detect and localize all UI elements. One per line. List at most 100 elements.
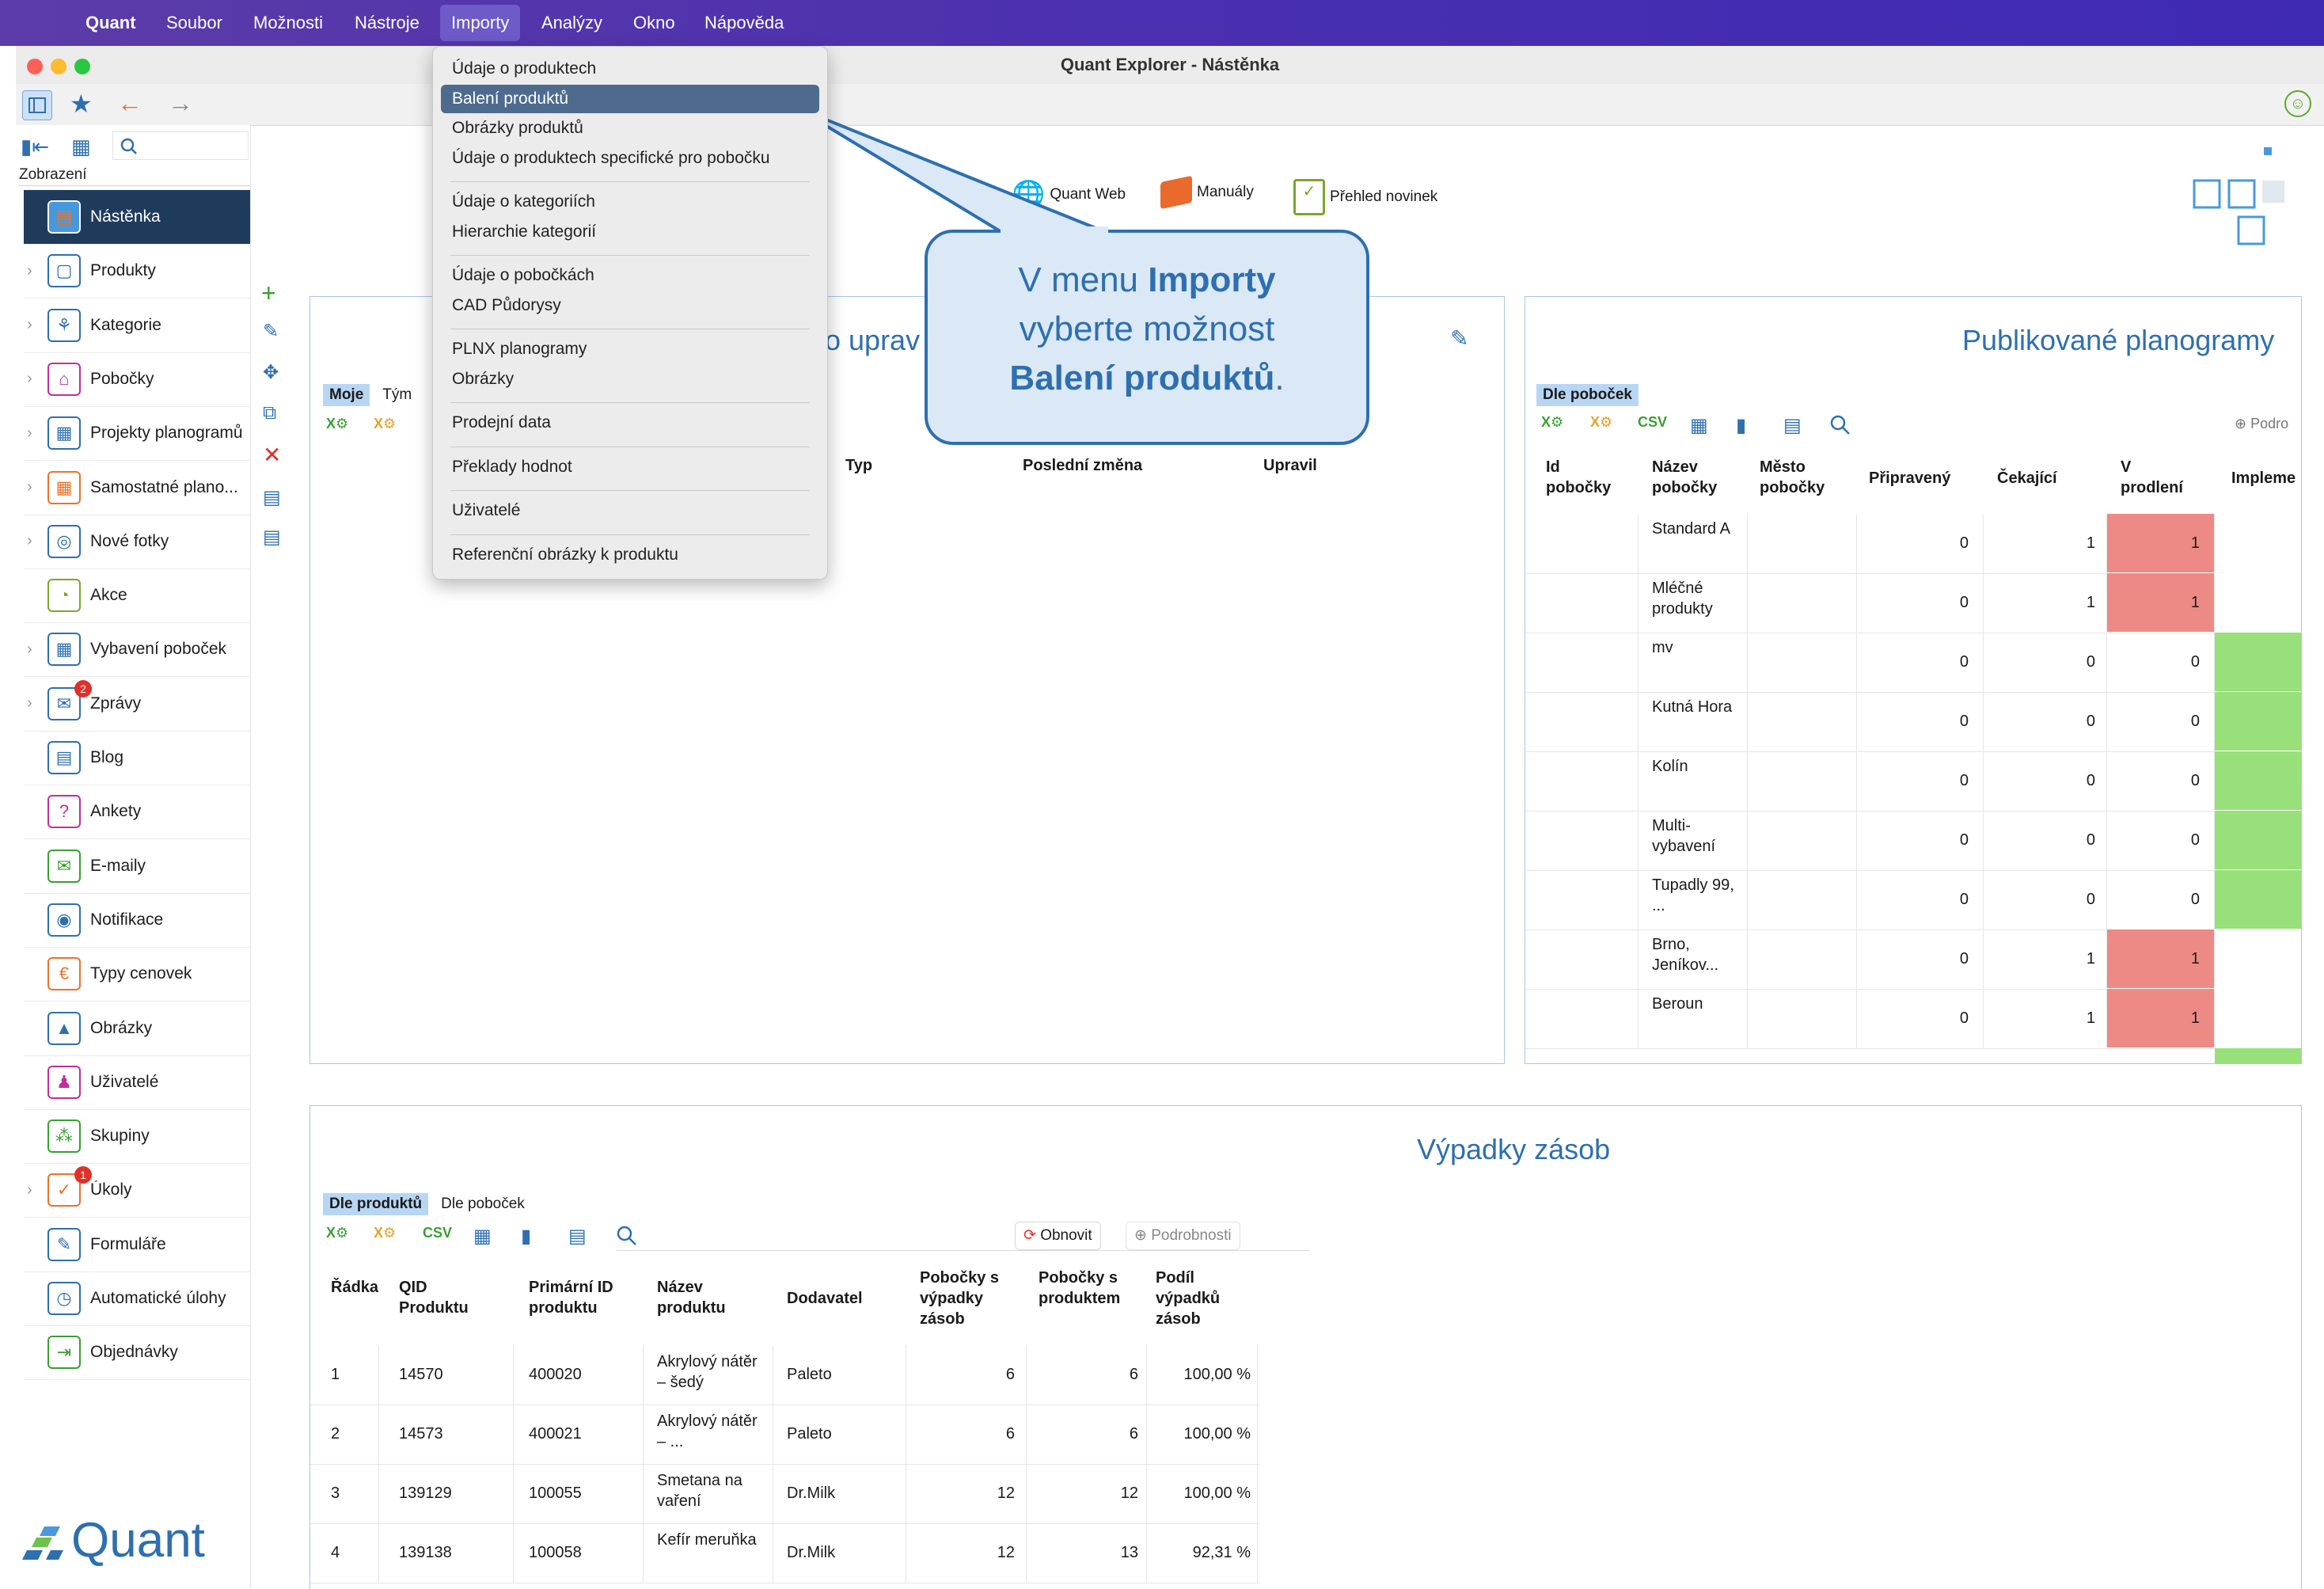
sidebar-item-2[interactable]: › ▢ Produkty [24, 244, 250, 299]
favorites-star-icon[interactable]: ★ [70, 89, 93, 119]
sidebar-item-14[interactable]: ◉ Notifikace [24, 893, 250, 948]
col-typ[interactable]: Typ [845, 455, 872, 476]
sidebar-item-12[interactable]: ? Ankety [24, 785, 250, 840]
col-radka[interactable]: Řádka [331, 1277, 378, 1298]
back-arrow-icon[interactable]: ← [117, 89, 142, 118]
sidebar-item-18[interactable]: ⁂ Skupiny [24, 1109, 250, 1165]
table-row[interactable]: Standard A 0 1 1 [1525, 514, 2301, 574]
table-row[interactable]: Kolín 0 0 0 [1525, 751, 2301, 812]
sidebar-item-9[interactable]: › ▦ Vybavení poboček [24, 622, 250, 678]
col-mesto-pobocky[interactable]: Město pobočky [1760, 457, 1847, 498]
table-row[interactable]: Beroun 0 1 1 [1525, 989, 2301, 1049]
menu-okno[interactable]: Okno [633, 0, 675, 46]
col-id-pobocky[interactable]: Id pobočky [1546, 457, 1617, 498]
menu-item-8[interactable]: CAD Půdorysy [452, 296, 561, 315]
sidebar-item-20[interactable]: ✎ Formuláře [24, 1218, 250, 1272]
expand-chevron-icon[interactable]: › [27, 262, 32, 280]
table-row[interactable]: Kutná Hora 0 0 0 [1525, 692, 2301, 752]
sidebar-toggle-icon[interactable] [22, 90, 52, 120]
table-row[interactable]: 3 139129 100055 Smetana na vaření Dr.Milk 12 1… [310, 1464, 1260, 1524]
chart-icon[interactable]: ▮ [1736, 414, 1746, 437]
table-row[interactable]: 1 14570 400020 Akrylový nátěr – šedý Paleto 6… [310, 1345, 1260, 1405]
menu-item-11[interactable]: Prodejní data [452, 413, 551, 432]
sidebar-search-input[interactable] [112, 131, 249, 160]
col-qid[interactable]: QID Produktu [399, 1277, 486, 1318]
export-csv-icon[interactable]: CSV [423, 1225, 452, 1241]
menu-item-4[interactable]: Údaje o produktech specifické pro pobočk… [452, 149, 770, 168]
sidebar-item-3[interactable]: › ⚘ Kategorie [24, 298, 250, 353]
sidebar-item-13[interactable]: ✉ E-maily [24, 839, 250, 894]
sidebar-item-8[interactable]: ◔ Akce [24, 568, 250, 624]
menu-item-3[interactable]: Obrázky produktů [452, 119, 583, 138]
menu-importy[interactable]: Importy [440, 5, 521, 41]
sidebar-item-21[interactable]: ◷ Automatické úlohy [24, 1272, 250, 1326]
tab-moje[interactable]: Moje [323, 384, 370, 406]
collapse-sidebar-icon[interactable]: ▮⇤ [21, 135, 49, 159]
menu-item-14[interactable]: Referenční obrázky k produktu [452, 546, 678, 565]
menu-item-5[interactable]: Údaje o kategoriích [452, 192, 595, 211]
sidebar-item-11[interactable]: ▤ Blog [24, 731, 250, 785]
table-row[interactable]: mv 0 0 0 [1525, 633, 2301, 693]
menu-napoveda[interactable]: Nápověda [704, 0, 784, 46]
export-csv-icon[interactable]: CSV [1638, 414, 1667, 431]
expand-chevron-icon[interactable]: › [27, 1181, 32, 1199]
sidebar-item-1[interactable]: ▤ Nástěnka [24, 190, 250, 245]
col-pobocky-s-produktem[interactable]: Pobočky s produktem [1039, 1268, 1132, 1309]
delete-icon[interactable]: ✕ [263, 442, 281, 468]
col-implementovany[interactable]: Impleme [2231, 468, 2296, 488]
col-posledni-zmena[interactable]: Poslední změna [1023, 455, 1142, 476]
col-dodavatel[interactable]: Dodavatel [787, 1288, 863, 1309]
tab-dle-produktu[interactable]: Dle produktů [323, 1193, 429, 1215]
export-xls-icon[interactable]: X⚙ [326, 416, 348, 432]
menu-item-10[interactable]: Obrázky [452, 370, 514, 389]
move-icon[interactable]: ✥ [263, 361, 279, 384]
expand-chevron-icon[interactable]: › [27, 478, 32, 496]
tab-tym[interactable]: Tým [376, 384, 418, 406]
layout-icon[interactable]: ▤ [263, 486, 281, 509]
details-button[interactable]: ⊕ Podrobnosti [1126, 1222, 1240, 1250]
menu-item-13[interactable]: Uživatelé [452, 501, 520, 520]
col-v-prodleni[interactable]: V prodlení [2121, 457, 2184, 498]
export-xls-icon[interactable]: X⚙ [1541, 414, 1563, 431]
menu-item-7[interactable]: Údaje o pobočkách [452, 266, 594, 285]
calendar-icon[interactable]: ▤ [1783, 414, 1802, 437]
table-row[interactable]: Tupadly 99, ... 0 0 0 [1525, 870, 2301, 930]
chart-icon[interactable]: ▮ [521, 1225, 531, 1248]
expand-chevron-icon[interactable]: › [27, 694, 32, 713]
export-xls-alt-icon[interactable]: X⚙ [1590, 414, 1612, 431]
col-pripraveny[interactable]: Připravený [1869, 468, 1950, 488]
smiley-icon[interactable]: ☺ [2284, 90, 2311, 117]
col-nazev-pobocky[interactable]: Název pobočky [1652, 457, 1739, 498]
sidebar-item-19[interactable]: › ✓ 1 Úkoly [24, 1163, 250, 1218]
table-row[interactable]: Multi-vybavení 0 0 0 [1525, 811, 2301, 871]
menu-nastroje[interactable]: Nástroje [355, 0, 420, 46]
tab-dle-pobocek[interactable]: Dle poboček [435, 1193, 531, 1215]
resize-icon[interactable]: ⧉ [263, 402, 276, 424]
menu-item-1[interactable]: Údaje o produktech [452, 59, 596, 78]
calendar-view-icon[interactable]: ▦ [71, 135, 91, 159]
sidebar-item-15[interactable]: € Typy cenovek [24, 947, 250, 1002]
sidebar-item-16[interactable]: ▲ Obrázky [24, 1002, 250, 1056]
table-row[interactable]: 2 14573 400021 Akrylový nátěr – ... Paleto 6 6… [310, 1405, 1260, 1465]
calendar-icon[interactable]: ▤ [568, 1225, 587, 1248]
expand-chevron-icon[interactable]: › [27, 532, 32, 550]
details-button[interactable]: ⊕ Podro [2235, 416, 2288, 432]
col-primarni-id[interactable]: Primární ID produktu [529, 1277, 632, 1318]
link-manuals[interactable]: Manuály [1160, 175, 1254, 210]
menu-soubor[interactable]: Soubor [166, 0, 222, 46]
col-pobocky-s-vypadky[interactable]: Pobočky s výpadky zásob [920, 1268, 1013, 1329]
expand-chevron-icon[interactable]: › [27, 370, 32, 388]
sidebar-item-22[interactable]: ⇥ Objednávky [24, 1325, 250, 1381]
export-xls-icon[interactable]: X⚙ [326, 1225, 348, 1241]
sidebar-item-17[interactable]: ♟ Uživatelé [24, 1055, 250, 1110]
add-icon[interactable]: + [261, 279, 276, 308]
sidebar-item-7[interactable]: › ◎ Nové fotky [24, 515, 250, 569]
sidebar-item-6[interactable]: › ▦ Samostatné plano... [24, 461, 250, 515]
search-icon[interactable] [1829, 414, 1851, 436]
link-news[interactable]: ✓ Přehled novinek [1293, 179, 1437, 215]
tab-dle-pobocek[interactable]: Dle poboček [1536, 384, 1639, 406]
menu-item-12[interactable]: Překlady hodnot [452, 458, 572, 477]
columns-icon[interactable]: ▦ [473, 1225, 492, 1248]
export-xls-alt-icon[interactable]: X⚙ [374, 416, 396, 432]
menu-analyzy[interactable]: Analýzy [541, 0, 602, 46]
